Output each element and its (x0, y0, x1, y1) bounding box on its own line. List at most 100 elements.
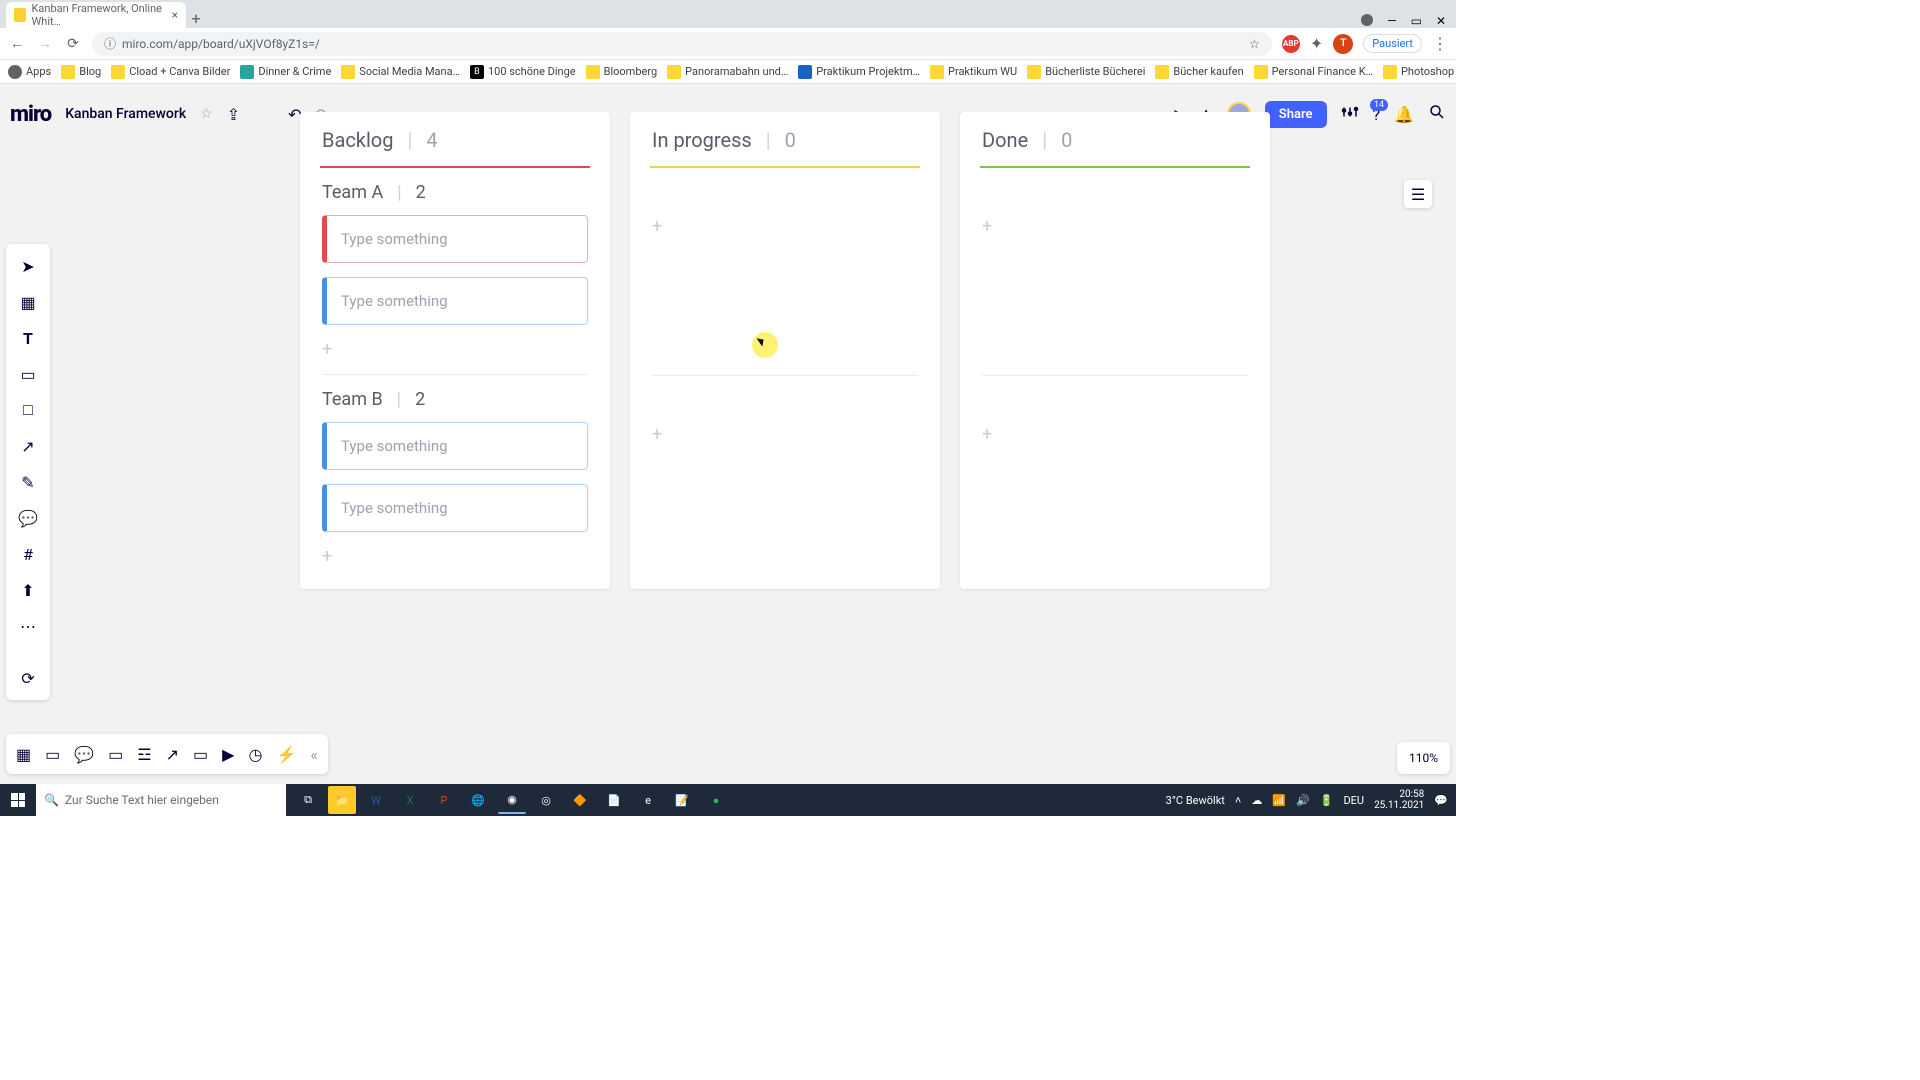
zoom-level[interactable]: 110% (1397, 742, 1450, 774)
kanban-column-in-progress[interactable]: In progress | 0 + + (630, 112, 940, 589)
bookmark-item[interactable]: Photoshop lernen (1383, 65, 1456, 79)
bookmark-item[interactable]: Dinner & Crime (240, 65, 331, 79)
comments-panel-icon[interactable]: 💬 (74, 745, 94, 764)
favorite-star-icon[interactable]: ☆ (200, 106, 213, 122)
word-icon[interactable]: W (362, 786, 390, 814)
screen-icon[interactable]: ▭ (193, 745, 208, 764)
add-card-button[interactable]: + (322, 546, 588, 567)
bookmark-item[interactable]: Personal Finance K… (1254, 65, 1373, 79)
column-title[interactable]: Done (982, 128, 1028, 152)
voting-icon[interactable]: ⚡ (276, 745, 296, 764)
share-link-icon[interactable]: ↗ (166, 745, 179, 764)
edge-icon[interactable]: 🌐 (464, 786, 492, 814)
action-center-icon[interactable]: 💬 (1434, 794, 1448, 807)
search-icon[interactable] (1428, 103, 1446, 125)
taskbar-search-input[interactable]: 🔍 Zur Suche Text hier eingeben (36, 784, 286, 816)
upload-tool-icon[interactable]: ⬆ (14, 576, 42, 604)
url-input[interactable]: ⓘ miro.com/app/board/uXjVOf8yZ1s=/ ☆ (92, 32, 1272, 56)
window-minimize-button[interactable]: — (1387, 14, 1396, 28)
onedrive-tray-icon[interactable]: ☁ (1251, 794, 1262, 807)
weather-widget[interactable]: 3°C Bewölkt (1166, 794, 1225, 807)
add-card-button[interactable]: + (652, 216, 918, 237)
kanban-card[interactable]: Type something (322, 422, 588, 470)
volume-tray-icon[interactable]: 🔊 (1296, 794, 1310, 807)
frames-panel-icon[interactable]: ▦ (16, 745, 31, 764)
bookmark-item[interactable]: Praktikum Projektm… (798, 65, 920, 79)
lane-title[interactable]: Team B (322, 389, 383, 410)
bookmark-item[interactable]: Blog (61, 65, 101, 79)
file-explorer-icon[interactable]: 📁 (328, 786, 356, 814)
add-card-button[interactable]: + (982, 424, 1248, 445)
tray-chevron-icon[interactable]: ˄ (1235, 794, 1241, 807)
site-info-icon[interactable]: ⓘ (104, 35, 116, 52)
new-tab-button[interactable]: + (186, 9, 206, 28)
task-view-icon[interactable]: ⧉ (294, 786, 322, 814)
help-icon[interactable]: ?14 (1373, 105, 1381, 124)
excel-icon[interactable]: X (396, 786, 424, 814)
cards-panel-icon[interactable]: ▭ (108, 745, 123, 764)
frame-tool-icon[interactable]: # (14, 540, 42, 568)
timer-icon[interactable]: ◷ (248, 745, 262, 764)
settings-icon[interactable] (1341, 103, 1359, 125)
bookmark-item[interactable]: Praktikum WU (930, 65, 1017, 79)
forward-button[interactable]: → (36, 35, 54, 52)
window-close-button[interactable]: ✕ (1436, 14, 1446, 28)
kanban-card[interactable]: Type something (322, 484, 588, 532)
abp-extension-icon[interactable]: ABP (1282, 35, 1300, 53)
battery-tray-icon[interactable]: 🔋 (1320, 794, 1334, 807)
pen-tool-icon[interactable]: ✎ (14, 468, 42, 496)
column-title[interactable]: In progress (652, 128, 752, 152)
chrome-icon[interactable]: ◉ (498, 786, 526, 814)
bookmark-item[interactable]: Bloomberg (586, 65, 658, 79)
comment-tool-icon[interactable]: 💬 (14, 504, 42, 532)
select-tool-icon[interactable]: ➤ (14, 252, 42, 280)
window-restore-button[interactable]: ▭ (1411, 14, 1422, 28)
powerpoint-icon[interactable]: P (430, 786, 458, 814)
chrome-menu-icon[interactable]: ⋮ (1432, 34, 1448, 53)
more-tools-icon[interactable]: ⋯ (14, 612, 42, 640)
start-button[interactable] (0, 784, 36, 816)
add-card-button[interactable]: + (982, 216, 1248, 237)
bookmark-item[interactable]: Social Media Mana… (341, 65, 460, 79)
templates-tool-icon[interactable]: ▦ (14, 288, 42, 316)
add-card-button[interactable]: + (652, 424, 918, 445)
bookmark-item[interactable]: Panoramabahn und… (667, 65, 788, 79)
presentation-icon[interactable]: ▭ (45, 745, 60, 764)
bookmark-apps[interactable]: Apps (8, 65, 51, 79)
browser-tab[interactable]: Kanban Framework, Online Whit… × (6, 2, 186, 28)
add-card-button[interactable]: + (322, 339, 588, 360)
tab-close-icon[interactable]: × (172, 8, 178, 22)
spotify-icon[interactable]: ● (702, 786, 730, 814)
bookmark-star-icon[interactable]: ☆ (1249, 37, 1260, 51)
obs-icon[interactable]: ◎ (532, 786, 560, 814)
kanban-card[interactable]: Type something (322, 277, 588, 325)
column-title[interactable]: Backlog (322, 128, 393, 152)
sticky-note-tool-icon[interactable]: ▭ (14, 360, 42, 388)
connection-tool-icon[interactable]: ↗ (14, 432, 42, 460)
profile-avatar-icon[interactable]: T (1333, 34, 1353, 54)
share-button[interactable]: Share (1265, 101, 1327, 128)
app-icon[interactable]: 🔶 (566, 786, 594, 814)
app-icon[interactable]: 📄 (600, 786, 628, 814)
bookmark-item[interactable]: Cload + Canva Bilder (111, 65, 230, 79)
extensions-icon[interactable]: ✦ (1310, 34, 1323, 53)
bookmark-item[interactable]: B100 schöne Dinge (470, 65, 576, 79)
video-icon[interactable]: ▶ (222, 745, 234, 764)
miro-logo[interactable]: miro (10, 102, 51, 127)
notepad-icon[interactable]: 📝 (668, 786, 696, 814)
edge-legacy-icon[interactable]: e (634, 786, 662, 814)
bookmark-item[interactable]: Bücherliste Bücherei (1027, 65, 1145, 79)
collapse-toolbar-icon[interactable]: « (310, 745, 318, 764)
language-indicator[interactable]: DEU (1343, 794, 1364, 807)
board-name[interactable]: Kanban Framework (65, 106, 186, 122)
kanban-card[interactable]: Type something (322, 215, 588, 263)
notifications-bell-icon[interactable]: 🔔 (1394, 105, 1414, 124)
lane-title[interactable]: Team A (322, 182, 383, 203)
kanban-column-done[interactable]: Done | 0 + + (960, 112, 1270, 589)
apps-tool-icon[interactable]: ⟳ (14, 664, 42, 692)
kanban-column-backlog[interactable]: Backlog | 4 Team A | 2 Type something Ty… (300, 112, 610, 589)
reload-button[interactable]: ⟳ (64, 36, 82, 52)
miro-canvas[interactable]: miro Kanban Framework ☆ ⇪ ↶ ↷ ➤ ✦ Share … (0, 84, 1456, 784)
bookmark-item[interactable]: Bücher kaufen (1155, 65, 1243, 79)
shape-tool-icon[interactable]: □ (14, 396, 42, 424)
